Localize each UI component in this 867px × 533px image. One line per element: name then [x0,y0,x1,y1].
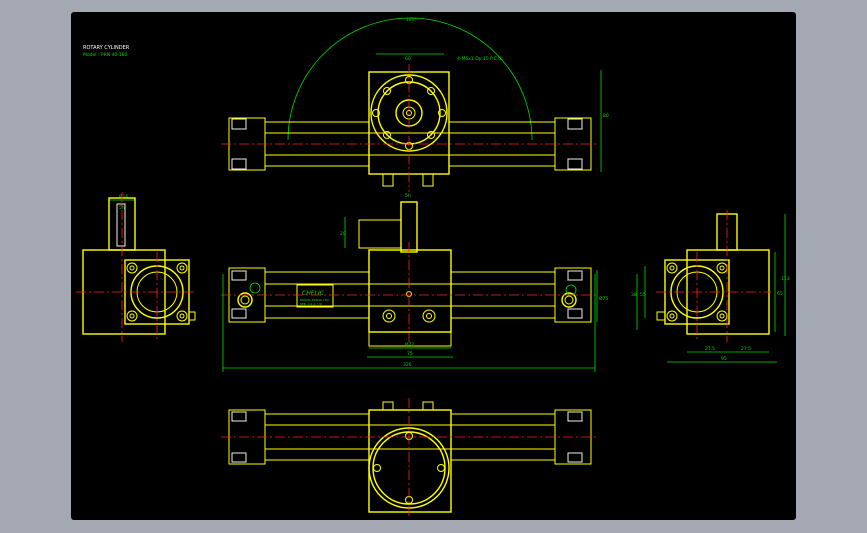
title-line2: Model : PRN 40-180 [83,52,128,58]
right-view: 38 55 65 113 27.5 27.5 95 [631,210,790,363]
cad-drawing: ROTARY CYLINDER Model : PRN 40-180 180° … [76,17,790,518]
dim-bottom-b: 75 [407,351,413,357]
dim-key-top: 5h [405,193,411,199]
dim-right-w3: 95 [721,356,727,362]
dim-overall: 326 [403,362,412,368]
dim-shaft-dia: Ø16 [119,193,128,200]
drawing-viewport[interactable]: ROTARY CYLINDER Model : PRN 40-180 180° … [71,12,796,520]
left-view: Ø16 5h [76,192,196,342]
dim-bottom-a: Ø72 [405,341,414,348]
dim-right-w2: 27.5 [741,346,751,352]
dim-right-left-a: 38 [631,292,637,298]
nameplate-brand: CHELIC [302,290,325,297]
dim-side-height: Ø75 [599,295,608,302]
dim-hole-note: 4-M6x1 Dp:15 P.C.D. [457,56,503,62]
dim-right-h1: 65 [777,291,783,297]
bottom-view [221,398,599,518]
front-view: 20 5h CHELIC MODEL PRN40-180 SER. 0.2-0.… [221,193,608,372]
dim-right-h2: 113 [781,276,790,282]
top-view: 180° 60 4-M6x1 Dp:15 P.C.D. 80 [221,17,609,192]
dim-arc-angle: 180° [406,17,417,23]
dim-key-height: 20 [340,231,346,237]
dim-right-left-b: 55 [640,292,646,298]
nameplate-line2: SER. 0.2-0.7 M [300,302,322,306]
title-line1: ROTARY CYLINDER [83,45,130,51]
dim-right-w1: 27.5 [705,346,715,352]
dim-top-width: 60 [405,56,411,62]
dim-top-height: 80 [603,113,609,119]
